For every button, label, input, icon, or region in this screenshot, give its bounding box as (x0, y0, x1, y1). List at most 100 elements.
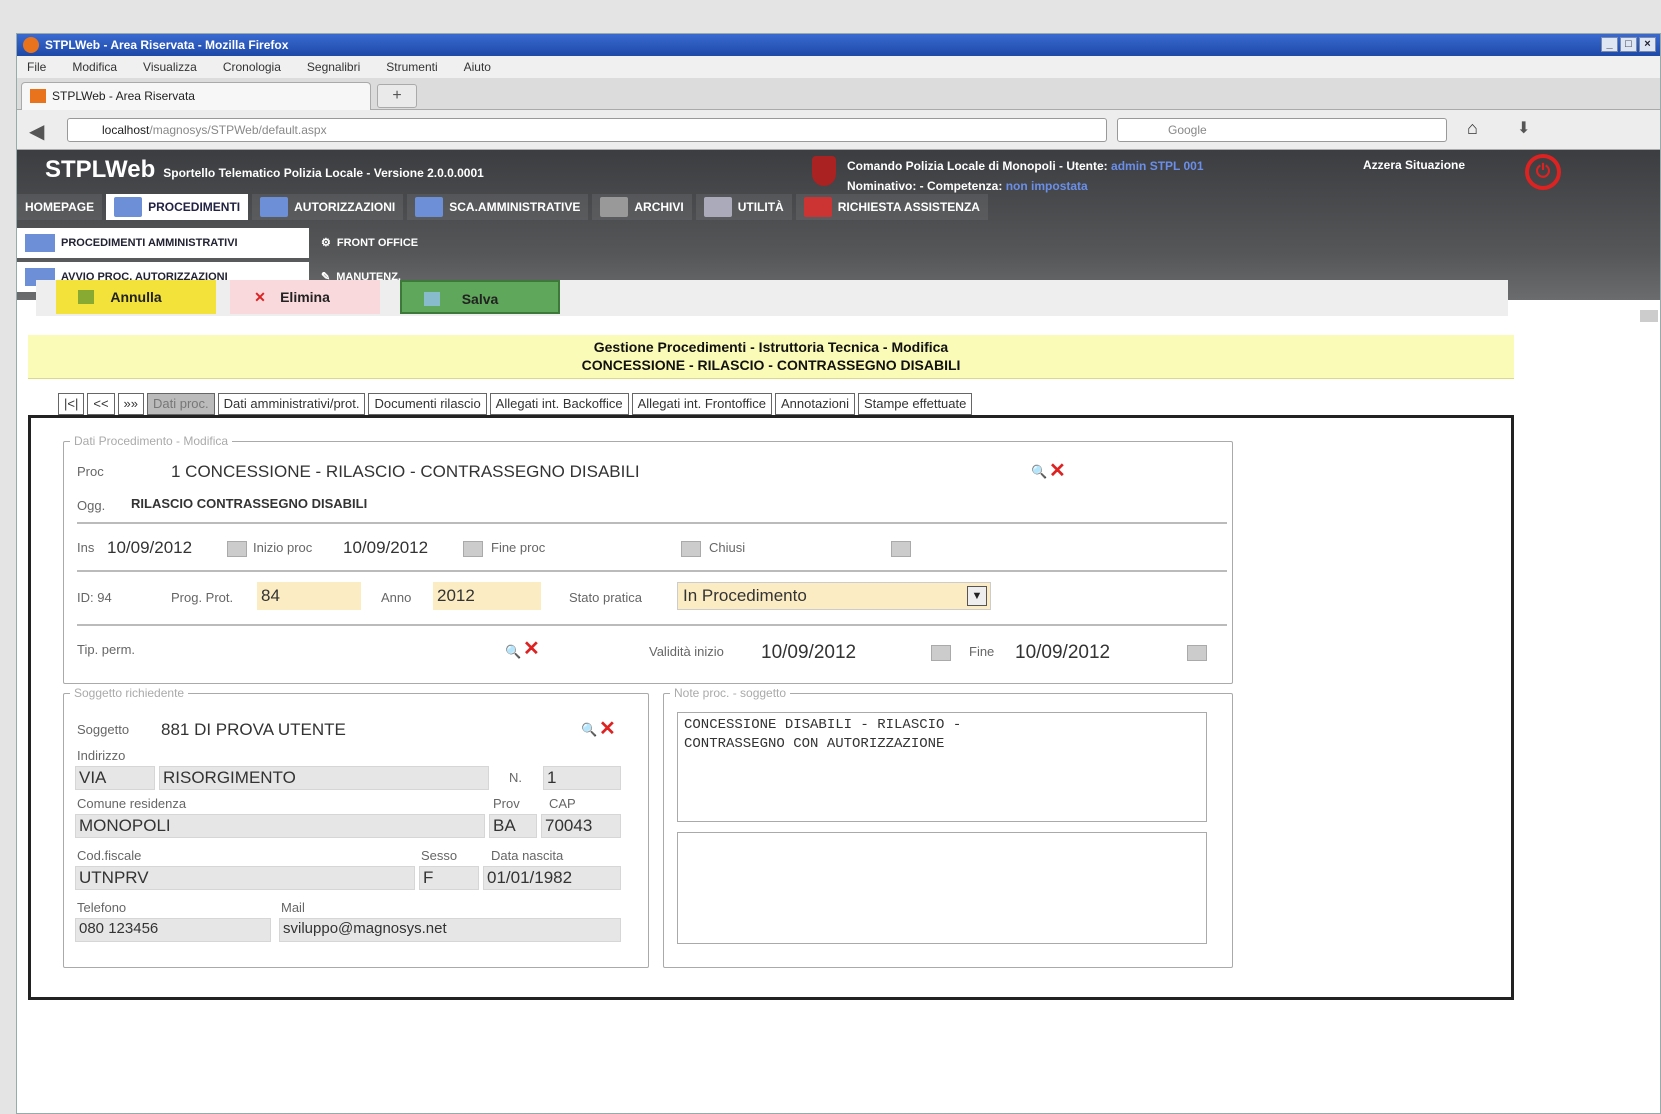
nav-first-button[interactable]: |<| (58, 393, 85, 415)
firefox-icon (23, 37, 39, 53)
annulla-button[interactable]: Annulla (56, 280, 216, 314)
tab-dati-amministrativi[interactable]: Dati amministrativi/prot. (217, 393, 366, 415)
anno-label: Anno (381, 590, 412, 605)
elimina-button[interactable]: ✕ Elimina (230, 280, 380, 314)
salva-button[interactable]: Salva (400, 280, 560, 314)
user-info: Comando Polizia Locale di Monopoli - Ute… (847, 159, 1204, 193)
tab-favicon-icon (30, 89, 46, 103)
validita-inizio-label: Validità inizio (649, 644, 724, 659)
menu-aiuto[interactable]: Aiuto (464, 56, 491, 78)
data-nascita-value: 01/01/1982 (487, 868, 573, 887)
menu-strumenti[interactable]: Strumenti (386, 56, 437, 78)
calendar-icon[interactable] (891, 541, 911, 557)
telefono-value: 080 123456 (79, 920, 159, 937)
submenu-front-office[interactable]: ⚙ FRONT OFFICE (313, 228, 463, 258)
scrollbar[interactable] (1640, 310, 1658, 322)
form-container: Gestione Procedimenti - Istruttoria Tecn… (28, 335, 1514, 1000)
minimize-button[interactable]: _ (1601, 37, 1618, 52)
search-icon[interactable]: 🔍 (1031, 464, 1047, 480)
clear-proc-icon[interactable]: ✕ (1049, 458, 1066, 483)
submenu-procedimenti-amministrativi[interactable]: PROCEDIMENTI AMMINISTRATIVI (17, 228, 309, 258)
url-bar[interactable]: localhost/magnosys/STPWeb/default.aspx (67, 118, 1107, 142)
section-legend: Note proc. - soggetto (674, 686, 787, 700)
menu-homepage-label: HOMEPAGE (25, 200, 95, 214)
document-icon (260, 197, 289, 217)
tab-dati-proc[interactable]: Dati proc. (147, 393, 215, 415)
menu-segnalibri[interactable]: Segnalibri (307, 56, 360, 78)
cap-value: 70043 (545, 816, 593, 835)
fine-proc-label: Fine proc (491, 540, 546, 555)
tab-documenti-rilascio[interactable]: Documenti rilascio (368, 393, 487, 415)
tab-stampe-effettuate[interactable]: Stampe effettuate (857, 393, 973, 415)
tools-icon (703, 197, 732, 217)
menu-homepage[interactable]: HOMEPAGE (17, 194, 103, 220)
prov-value: BA (493, 816, 516, 835)
submenu-label: PROCEDIMENTI AMMINISTRATIVI (61, 237, 238, 249)
form-panel: Dati Procedimento - Modifica Proc 1 CONC… (28, 415, 1514, 1000)
municipal-crest-icon (812, 156, 836, 186)
sesso-value: F (423, 868, 434, 887)
menu-autorizzazioni[interactable]: AUTORIZZAZIONI (252, 194, 404, 220)
browser-tab[interactable]: STPLWeb - Area Riservata (21, 82, 371, 110)
menu-archivi[interactable]: ARCHIVI (592, 194, 692, 220)
azzera-situazione-link[interactable]: Azzera Situazione (1363, 158, 1465, 172)
comune-label: Comune residenza (77, 796, 187, 811)
calendar-icon[interactable] (931, 645, 951, 661)
action-toolbar: Annulla ✕ Elimina Salva (36, 280, 1508, 316)
search-icon[interactable]: 🔍 (581, 722, 597, 738)
search-icon[interactable]: 🔍 (505, 644, 521, 660)
clear-tipo-icon[interactable]: ✕ (523, 636, 540, 661)
save-icon (424, 292, 440, 306)
calendar-icon[interactable] (1187, 645, 1207, 661)
indirizzo-value: RISORGIMENTO (163, 768, 296, 787)
close-button[interactable]: × (1639, 37, 1656, 52)
download-icon[interactable]: ⬇ (1517, 118, 1530, 138)
tab-allegati-backoffice[interactable]: Allegati int. Backoffice (489, 393, 629, 415)
menu-cronologia[interactable]: Cronologia (223, 56, 281, 78)
soggetto-label: Soggetto (77, 722, 130, 737)
maximize-button[interactable]: □ (1620, 37, 1637, 52)
new-tab-button[interactable]: + (377, 84, 417, 108)
nav-next-button[interactable]: »» (117, 393, 145, 415)
calendar-icon[interactable] (227, 541, 247, 557)
search-input[interactable]: Google (1117, 118, 1447, 142)
ins-date[interactable]: 10/09/2012 (107, 538, 192, 558)
validita-inizio-date[interactable]: 10/09/2012 (761, 642, 856, 664)
chevron-down-icon[interactable]: ▼ (967, 586, 987, 606)
soggetto-value[interactable]: 881 DI PROVA UTENTE (161, 720, 346, 740)
menu-assistenza-label: RICHIESTA ASSISTENZA (837, 200, 980, 214)
nav-prev-button[interactable]: << (87, 393, 115, 415)
menu-procedimenti[interactable]: PROCEDIMENTI (106, 194, 249, 220)
home-icon[interactable]: ⌂ (1467, 118, 1478, 139)
form-subtitle: CONCESSIONE - RILASCIO - CONTRASSEGNO DI… (581, 357, 961, 373)
menu-visualizza[interactable]: Visualizza (143, 56, 197, 78)
calendar-icon[interactable] (681, 541, 701, 557)
stato-pratica-value: In Procedimento (683, 586, 807, 605)
calendar-icon[interactable] (463, 541, 483, 557)
tab-allegati-frontoffice[interactable]: Allegati int. Frontoffice (631, 393, 773, 415)
menu-modifica[interactable]: Modifica (72, 56, 117, 78)
mail-label: Mail (281, 900, 305, 915)
id-label: ID: 94 (77, 590, 112, 605)
tab-annotazioni[interactable]: Annotazioni (775, 393, 855, 415)
note-textarea[interactable]: CONCESSIONE DISABILI - RILASCIO - CONTRA… (677, 712, 1207, 822)
browser-navbar: ◀ localhost/magnosys/STPWeb/default.aspx… (17, 110, 1660, 150)
power-icon[interactable]: ⏻ (1525, 154, 1561, 190)
section-legend: Soggetto richiedente (74, 686, 185, 700)
menu-richiesta-assistenza[interactable]: RICHIESTA ASSISTENZA (795, 194, 988, 220)
folder-icon (25, 234, 55, 252)
menu-sca-amministrative[interactable]: SCA.AMMINISTRATIVE (407, 194, 589, 220)
inizio-proc-date[interactable]: 10/09/2012 (343, 538, 428, 558)
clear-soggetto-icon[interactable]: ✕ (599, 716, 616, 741)
fc-icon (415, 197, 444, 217)
back-arrow-icon[interactable]: ◀ (29, 119, 44, 144)
indirizzo-label: Indirizzo (77, 748, 126, 763)
url-path: /magnosys/STPWeb/default.aspx (149, 123, 327, 137)
note-soggetto-textarea[interactable] (677, 832, 1207, 944)
ins-label: Ins (77, 540, 95, 555)
sesso-label: Sesso (421, 848, 458, 863)
menu-utilita[interactable]: UTILITÀ (695, 194, 792, 220)
fine-date[interactable]: 10/09/2012 (1015, 642, 1110, 664)
menu-file[interactable]: File (27, 56, 46, 78)
section-legend: Dati Procedimento - Modifica (74, 434, 229, 448)
